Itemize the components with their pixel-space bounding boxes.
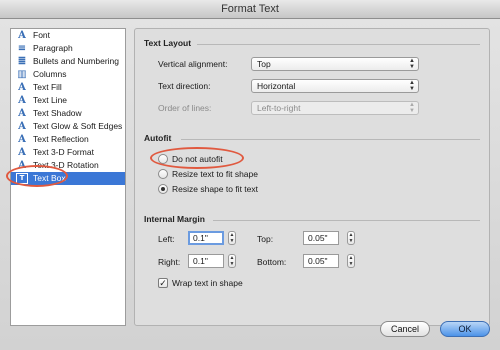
do-not-autofit-radio[interactable] [158,154,168,164]
resize-shape-label[interactable]: Resize shape to fit text [172,184,258,194]
text-line-icon: A [18,95,26,106]
sidebar-item-text-box[interactable]: T Text Box [11,172,125,185]
bullets-icon: ≣ [17,56,27,67]
sidebar-item-text-shadow[interactable]: A Text Shadow [11,107,125,120]
left-margin-stepper[interactable]: ▲ ▼ [228,231,236,245]
internal-margin-heading: Internal Margin [144,214,205,224]
sidebar-item-columns[interactable]: ▥ Columns [11,68,125,81]
sidebar-item-bullets-and-numbering[interactable]: ≣ Bullets and Numbering [11,55,125,68]
cancel-button[interactable]: Cancel [380,321,430,337]
wrap-text-label[interactable]: Wrap text in shape [172,278,243,288]
category-list: A Font ≡ Paragraph ≣ Bullets and Numbering ▥ Co… [10,28,126,326]
popup-arrows-icon: ▲ ▼ [409,58,415,70]
order-of-lines-label: Order of lines: [158,103,212,113]
autofit-divider [181,139,480,140]
do-not-autofit-label[interactable]: Do not autofit [172,154,223,164]
text-layout-divider [197,44,480,45]
top-margin-field[interactable]: 0.05" [303,231,339,245]
sidebar-item-label: Text 3-D Rotation [33,160,99,170]
resize-shape-radio[interactable] [158,184,168,194]
bottom-margin-label: Bottom: [257,257,287,267]
window-title: Format Text [0,0,500,19]
text-direction-label: Text direction: [158,81,211,91]
columns-icon: ▥ [17,69,27,80]
internal-margin-divider [213,220,480,221]
sidebar-item-label: Text Glow & Soft Edges [33,121,123,131]
text-3d-format-icon: A [18,147,26,158]
resize-text-radio[interactable] [158,169,168,179]
sidebar-item-text-reflection[interactable]: A Text Reflection [11,133,125,146]
text-3d-rotation-icon: A [18,160,26,171]
font-icon: A [18,30,26,41]
sidebar-item-font[interactable]: A Font [11,29,125,42]
vertical-alignment-popup[interactable]: Top ▲ ▼ [251,57,419,71]
text-box-panel: Text Layout Vertical alignment: Top ▲ ▼ T… [134,28,490,326]
right-margin-field[interactable]: 0.1" [188,254,224,268]
resize-text-label[interactable]: Resize text to fit shape [172,169,258,179]
order-of-lines-popup[interactable]: Left-to-right ▲ ▼ [251,101,419,115]
sidebar-item-paragraph[interactable]: ≡ Paragraph [11,42,125,55]
left-margin-field[interactable]: 0.1" [188,231,224,245]
text-fill-icon: A [18,82,26,93]
sidebar-item-text-3-d-rotation[interactable]: A Text 3-D Rotation [11,159,125,172]
right-margin-label: Right: [158,257,181,267]
dialog-body: A Font ≡ Paragraph ≣ Bullets and Numbering ▥ Co… [0,19,500,350]
sidebar-item-label: Font [33,30,51,40]
popup-arrows-icon: ▲ ▼ [409,102,415,114]
ok-button[interactable]: OK [440,321,490,337]
right-margin-stepper[interactable]: ▲ ▼ [228,254,236,268]
text-layout-heading: Text Layout [144,38,192,48]
sidebar-item-label: Text 3-D Format [33,147,94,157]
autofit-heading: Autofit [144,133,172,143]
left-margin-label: Left: [158,234,175,244]
text-direction-value: Horizontal [257,81,296,91]
text-shadow-icon: A [18,108,26,119]
wrap-text-checkbox[interactable]: ✓ [158,278,168,288]
text-reflection-icon: A [18,134,26,145]
sidebar-item-label: Text Box [33,173,66,183]
top-margin-label: Top: [257,234,274,244]
text-box-icon: T [16,173,28,184]
sidebar-item-label: Text Fill [33,82,62,92]
sidebar-item-label: Columns [33,69,67,79]
sidebar-item-text-glow-soft-edges[interactable]: A Text Glow & Soft Edges [11,120,125,133]
vertical-alignment-label: Vertical alignment: [158,59,228,69]
vertical-alignment-value: Top [257,59,271,69]
sidebar-item-text-fill[interactable]: A Text Fill [11,81,125,94]
popup-arrows-icon: ▲ ▼ [409,80,415,92]
paragraph-icon: ≡ [17,43,27,54]
sidebar-item-text-3-d-format[interactable]: A Text 3-D Format [11,146,125,159]
sidebar-item-label: Paragraph [33,43,73,53]
bottom-margin-field[interactable]: 0.05" [303,254,339,268]
sidebar-item-text-line[interactable]: A Text Line [11,94,125,107]
sidebar-item-label: Text Line [33,95,68,105]
bottom-margin-stepper[interactable]: ▲ ▼ [347,254,355,268]
sidebar-item-label: Text Reflection [33,134,89,144]
top-margin-stepper[interactable]: ▲ ▼ [347,231,355,245]
sidebar-item-label: Bullets and Numbering [33,56,119,66]
sidebar-item-label: Text Shadow [33,108,82,118]
order-of-lines-value: Left-to-right [257,103,301,113]
text-direction-popup[interactable]: Horizontal ▲ ▼ [251,79,419,93]
text-glow-icon: A [18,121,26,132]
